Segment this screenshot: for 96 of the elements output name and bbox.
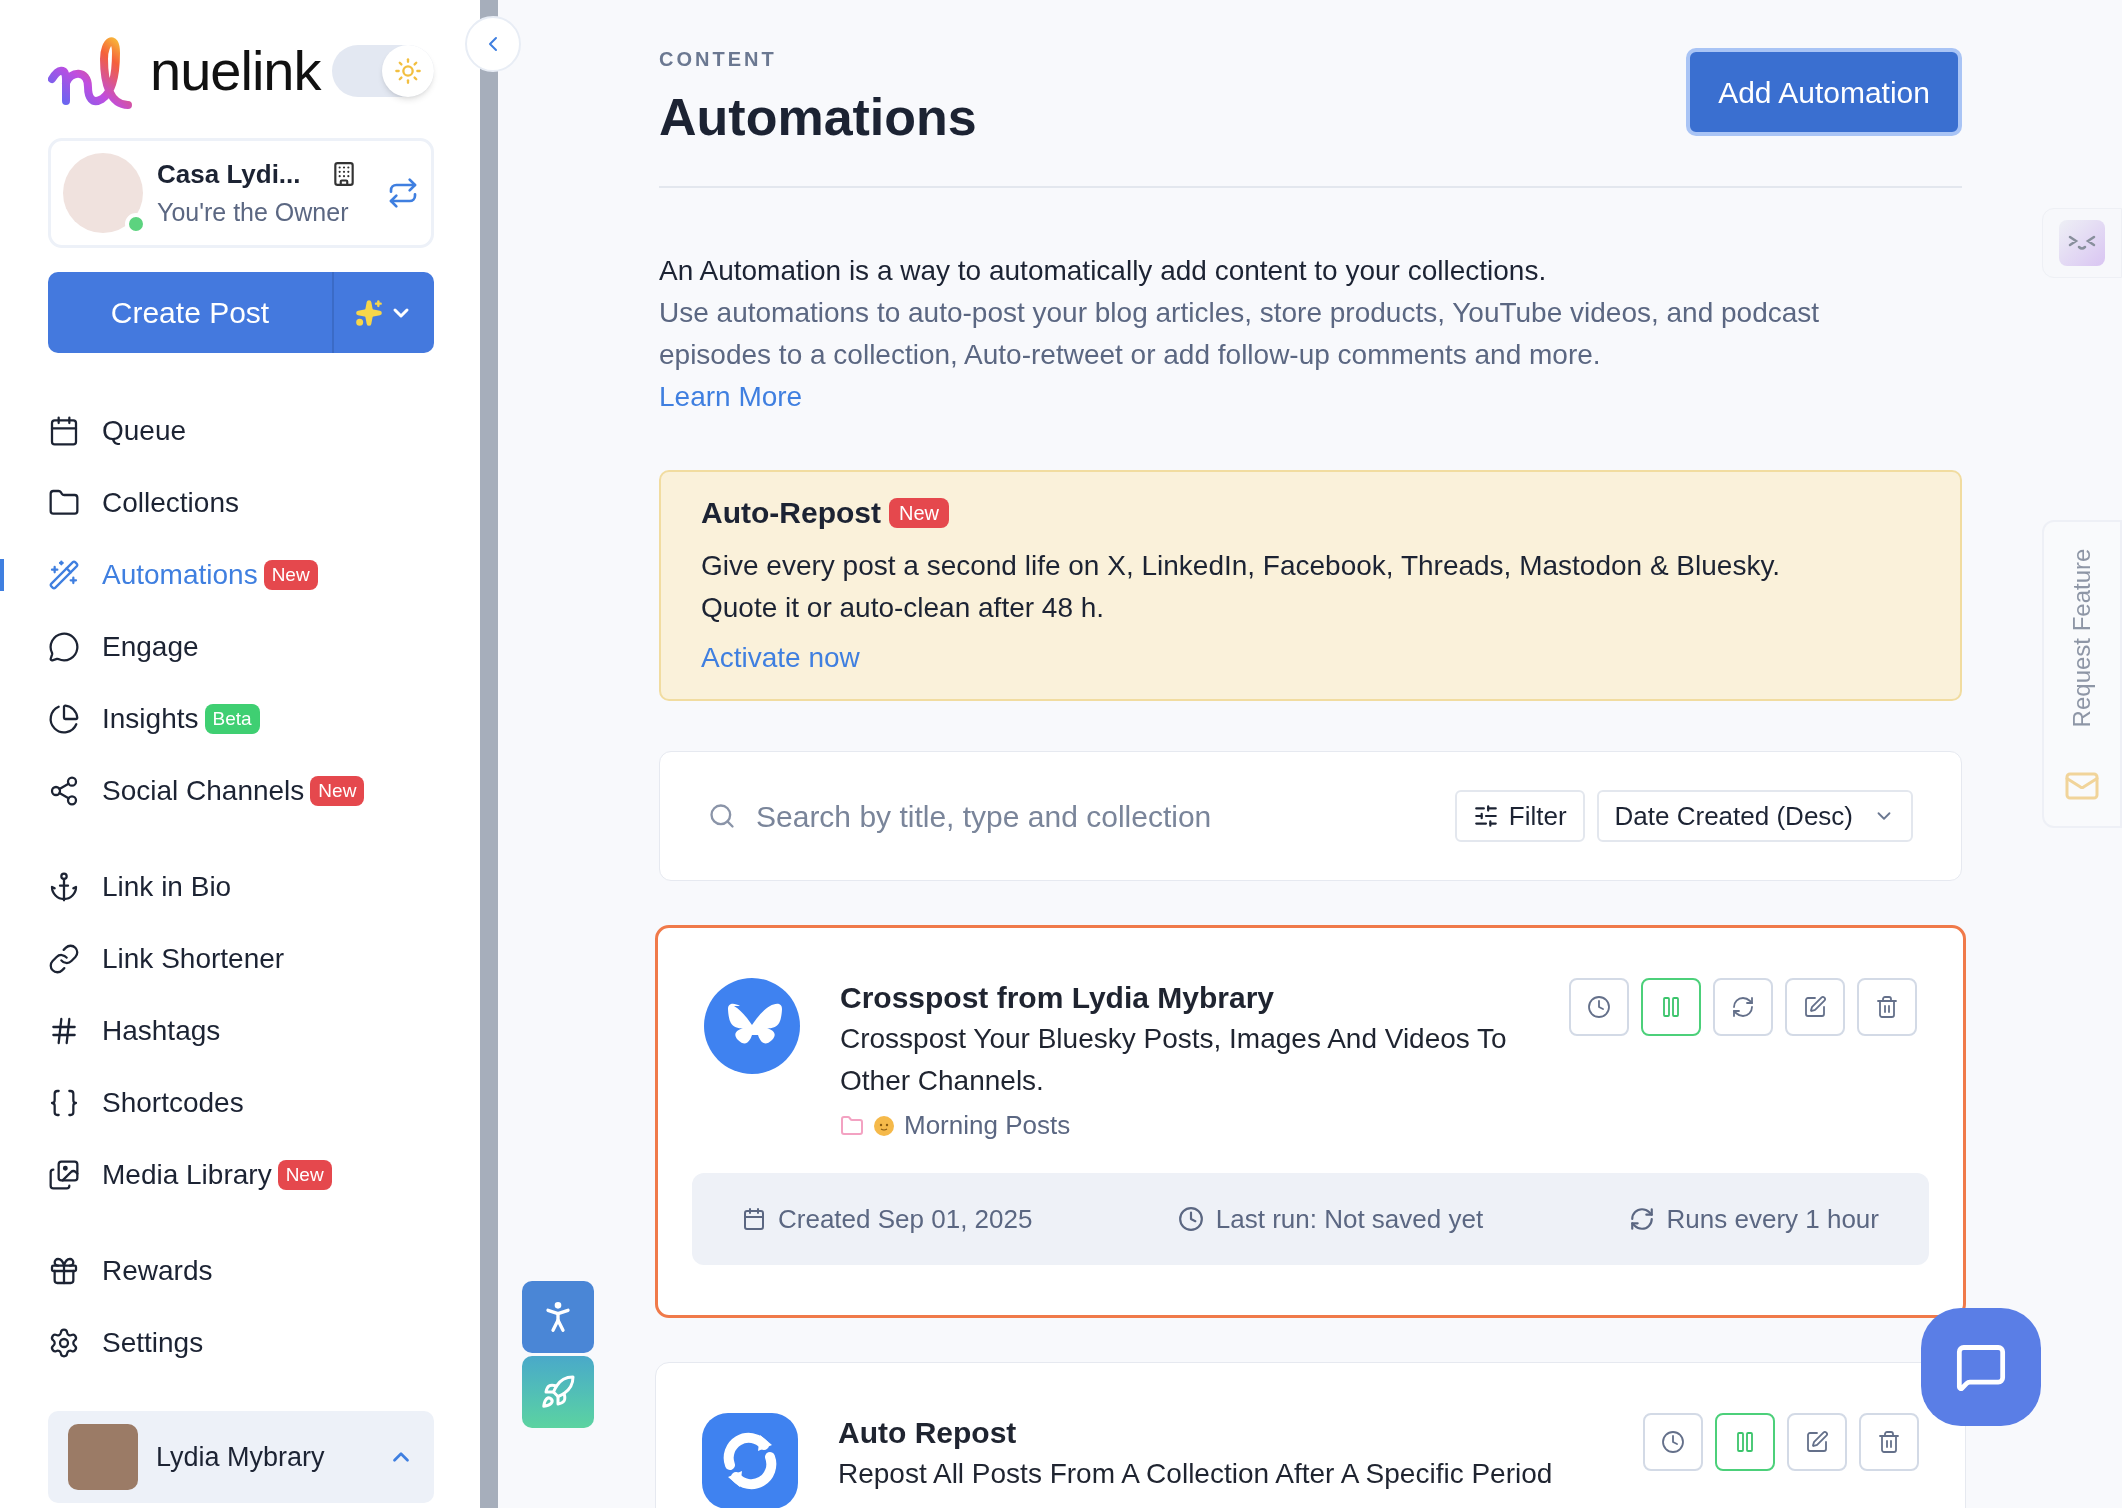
brand-name: nuelink xyxy=(150,38,321,104)
sync-icon xyxy=(1628,1206,1655,1232)
promo-text: Quote it or auto-clean after 48 h. xyxy=(701,591,1106,625)
chat-button[interactable] xyxy=(1921,1308,2041,1426)
theme-toggle[interactable] xyxy=(332,45,434,97)
status-badge: New xyxy=(310,776,365,806)
anchor-icon xyxy=(48,871,80,903)
clock-icon xyxy=(1587,995,1611,1019)
add-automation-button[interactable]: Add Automation xyxy=(1686,48,1962,136)
user-name: Lydia Mybrary xyxy=(156,1440,325,1474)
pie-chart-icon xyxy=(48,703,80,735)
status-badge: New xyxy=(263,560,318,590)
run-frequency: Runs every 1 hour xyxy=(1666,1202,1879,1236)
edit-button[interactable] xyxy=(1787,1413,1847,1471)
trash-icon xyxy=(1875,995,1899,1019)
clock-icon xyxy=(1177,1206,1204,1232)
nav-item[interactable]: Hashtags xyxy=(102,1010,221,1052)
user-menu[interactable]: Lydia Mybrary xyxy=(48,1411,434,1503)
history-button[interactable] xyxy=(1569,978,1629,1036)
promo-title: Auto-Repost xyxy=(701,495,881,531)
gift-icon xyxy=(48,1255,80,1287)
edit-icon xyxy=(1805,1430,1829,1454)
account-card[interactable]: Casa Lydi... You're the Owner xyxy=(48,138,434,248)
collection-name[interactable]: Morning Posts xyxy=(904,1106,1071,1145)
filter-button[interactable]: Filter xyxy=(1454,790,1585,842)
share-icon xyxy=(48,775,80,807)
edit-button[interactable] xyxy=(1785,978,1845,1036)
nav-item[interactable]: Insights xyxy=(102,698,199,740)
edit-icon xyxy=(1803,995,1827,1019)
automation-card[interactable]: Crosspost from Lydia Mybrary Crosspost Your Bluesky Posts, Images And Videos To Other Channels. Morning Posts Created Sep 01, 2025 Last run: Not saved yet Runs every 1 hour xyxy=(655,925,1966,1318)
pause-button[interactable] xyxy=(1641,978,1701,1036)
rocket-button[interactable] xyxy=(522,1356,594,1428)
nav-item[interactable]: Queue xyxy=(102,410,187,452)
automation-card[interactable]: Auto Repost Repost All Posts From A Collection After A Specific Period xyxy=(655,1362,1966,1508)
folder-icon xyxy=(840,1113,864,1138)
sort-dropdown[interactable]: Date Created (Desc) xyxy=(1596,790,1913,842)
delete-button[interactable] xyxy=(1857,978,1917,1036)
automation-description: Repost All Posts From A Collection After A Specific Period xyxy=(838,1457,1554,1491)
sync-button[interactable] xyxy=(1713,978,1773,1036)
automation-description: Crosspost Your Bluesky Posts, Images And Videos To Other Channels. xyxy=(840,1022,1508,1098)
nav-item[interactable]: Rewards xyxy=(102,1250,213,1292)
settings-icon xyxy=(48,1327,80,1359)
user-photo-placeholder xyxy=(68,1424,138,1490)
sliders-icon xyxy=(1472,803,1499,829)
nav-item[interactable]: Media Library xyxy=(102,1154,272,1196)
automation-title: Crosspost from Lydia Mybrary xyxy=(840,980,1275,1016)
automation-title: Auto Repost xyxy=(838,1415,1018,1451)
promo-text: Give every post a second life on X, LinkedIn, Facebook, Threads, Mastodon & Bluesky. xyxy=(701,549,1782,583)
nav-item[interactable]: Link in Bio xyxy=(102,866,232,908)
nav-item[interactable]: Collections xyxy=(102,482,239,524)
account-name: Casa Lydi... xyxy=(157,157,301,191)
sun-icon xyxy=(394,57,422,85)
nav-item[interactable]: Settings xyxy=(102,1322,204,1364)
sparkles-icon xyxy=(355,298,383,327)
intro-lead: An Automation is a way to automatically add content to your collections. xyxy=(659,254,1548,288)
switch-account-icon[interactable] xyxy=(387,177,419,209)
images-icon xyxy=(48,1159,80,1191)
new-badge: New xyxy=(889,497,949,528)
page-eyebrow: CONTENT xyxy=(659,47,778,72)
robot-face-icon[interactable] xyxy=(2059,220,2105,266)
scrollbar[interactable] xyxy=(480,0,498,1508)
create-post-button[interactable]: Create Post xyxy=(48,272,332,353)
search-field[interactable]: Search by title, type and collection xyxy=(708,786,1455,846)
delete-button[interactable] xyxy=(1859,1413,1919,1471)
search-icon xyxy=(708,802,736,830)
nav-item[interactable]: Engage xyxy=(102,626,199,668)
calendar-icon xyxy=(742,1207,766,1231)
trash-icon xyxy=(1877,1430,1901,1454)
magic-wand-icon xyxy=(48,559,80,591)
pause-button[interactable] xyxy=(1715,1413,1775,1471)
repost-logo-icon xyxy=(702,1413,798,1508)
rocket-icon xyxy=(540,1374,576,1410)
calendar-icon xyxy=(48,415,80,447)
accessibility-button[interactable] xyxy=(522,1281,594,1353)
page-title: Automations xyxy=(659,87,977,148)
nav-item[interactable]: Shortcodes xyxy=(102,1082,244,1124)
history-button[interactable] xyxy=(1643,1413,1703,1471)
butterfly-logo-icon xyxy=(704,978,800,1074)
sync-icon xyxy=(1731,995,1755,1019)
created-date: Created Sep 01, 2025 xyxy=(778,1202,1033,1236)
braces-icon xyxy=(48,1087,80,1119)
search-input[interactable]: Search by title, type and collection xyxy=(756,793,1455,839)
nav-item[interactable]: Social Channels xyxy=(102,770,305,812)
chat-bubble-icon xyxy=(48,631,80,663)
account-role: You're the Owner xyxy=(157,196,350,228)
intro-text: Use automations to auto-post your blog articles, store products, YouTube videos, and podcast episodes to a collection, Auto-retweet or add follow-up comments and more. xyxy=(659,296,1821,372)
clock-icon xyxy=(1661,1430,1685,1454)
status-badge: Beta xyxy=(204,704,260,734)
nav-item[interactable]: Automations xyxy=(102,554,258,596)
status-badge: New xyxy=(277,1160,332,1190)
learn-more-link[interactable]: Learn More xyxy=(659,376,803,418)
last-run: Last run: Not saved yet xyxy=(1215,1202,1484,1236)
nav-item[interactable]: Link Shortener xyxy=(102,938,285,980)
sun-emoji-icon xyxy=(872,1113,896,1138)
activate-link[interactable]: Activate now xyxy=(701,637,860,679)
link-icon xyxy=(48,943,80,975)
